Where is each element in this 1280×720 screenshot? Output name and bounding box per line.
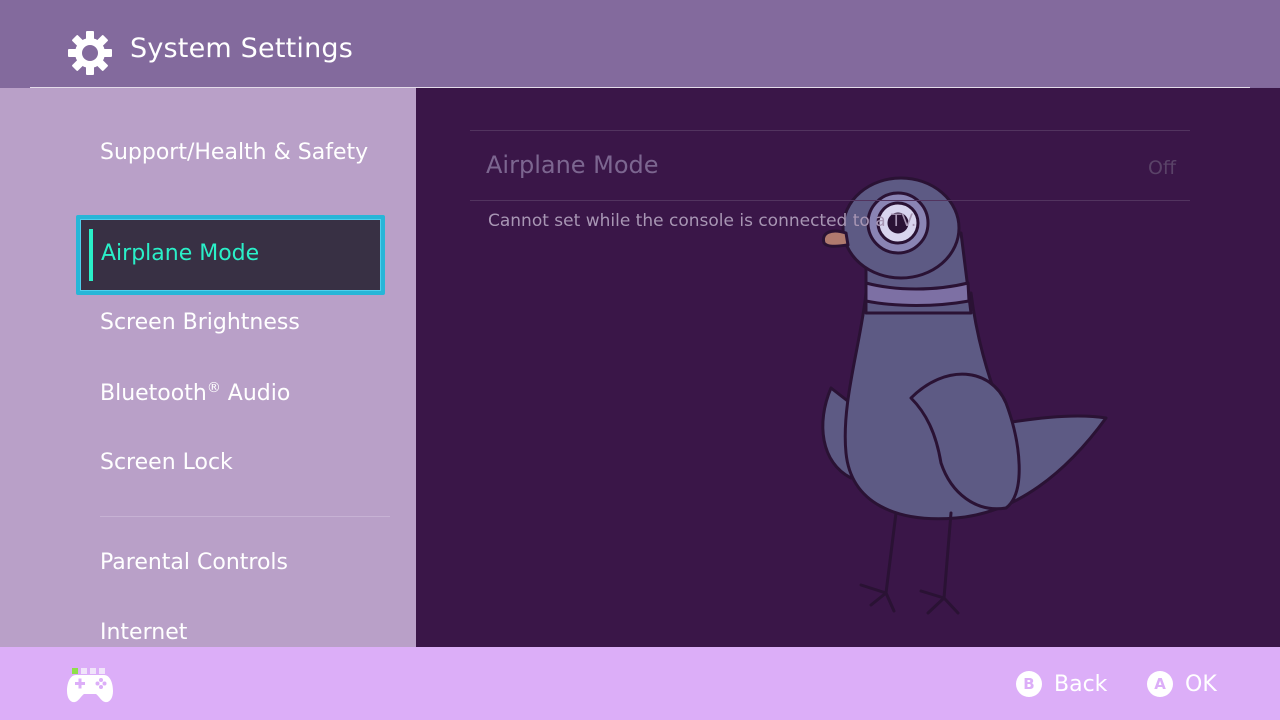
sidebar-item-screen-brightness[interactable]: Screen Brightness [100,310,300,335]
sidebar-item-label: Internet [100,620,188,645]
sidebar-item-label-suffix: Audio [220,381,291,406]
back-button[interactable]: B Back [1016,671,1107,697]
sidebar-item-parental-controls[interactable]: Parental Controls [100,550,288,575]
airplane-mode-value: Off [1147,157,1176,179]
controller-icon [67,675,113,703]
sidebar-item-label: Airplane Mode [101,241,260,266]
sidebar: Support/Health & Safety Airplane Mode Sc… [0,88,416,647]
row-divider [470,130,1190,131]
row-divider [470,200,1190,201]
sidebar-item-label: Support/Health & Safety [100,140,369,165]
page-title: System Settings [130,33,354,64]
sidebar-item-label: Screen Lock [100,450,233,475]
sidebar-item-internet[interactable]: Internet [100,620,187,645]
selection-indicator [89,229,93,281]
b-button-icon: B [1016,671,1042,697]
header: System Settings [0,0,1280,88]
sidebar-item-label: Screen Brightness [100,310,300,335]
pigeon-illustration [821,176,1108,615]
airplane-mode-setting-label[interactable]: Airplane Mode [486,151,659,179]
sidebar-item-support-health-safety[interactable]: Support/Health & Safety [100,140,368,165]
system-settings-screen: System Settings Support/Health & Safety … [0,0,1280,720]
ok-button[interactable]: A OK [1147,671,1217,697]
registered-mark: ® [206,380,221,396]
content-panel: Airplane Mode Off Cannot set while the c… [416,88,1280,647]
ok-label: OK [1185,671,1217,697]
sidebar-item-airplane-mode[interactable]: Airplane Mode [76,215,385,295]
footer: B Back A OK [0,647,1280,720]
back-label: Back [1054,671,1108,697]
airplane-mode-note: Cannot set while the console is connecte… [488,211,917,231]
sidebar-item-bluetooth-audio[interactable]: Bluetooth® Audio [100,380,290,406]
sidebar-divider [100,516,390,517]
sidebar-item-screen-lock[interactable]: Screen Lock [100,450,233,475]
sidebar-item-label: Bluetooth [100,381,207,406]
sidebar-item-label: Parental Controls [100,550,288,575]
a-button-icon: A [1147,671,1173,697]
gear-icon [68,31,112,75]
